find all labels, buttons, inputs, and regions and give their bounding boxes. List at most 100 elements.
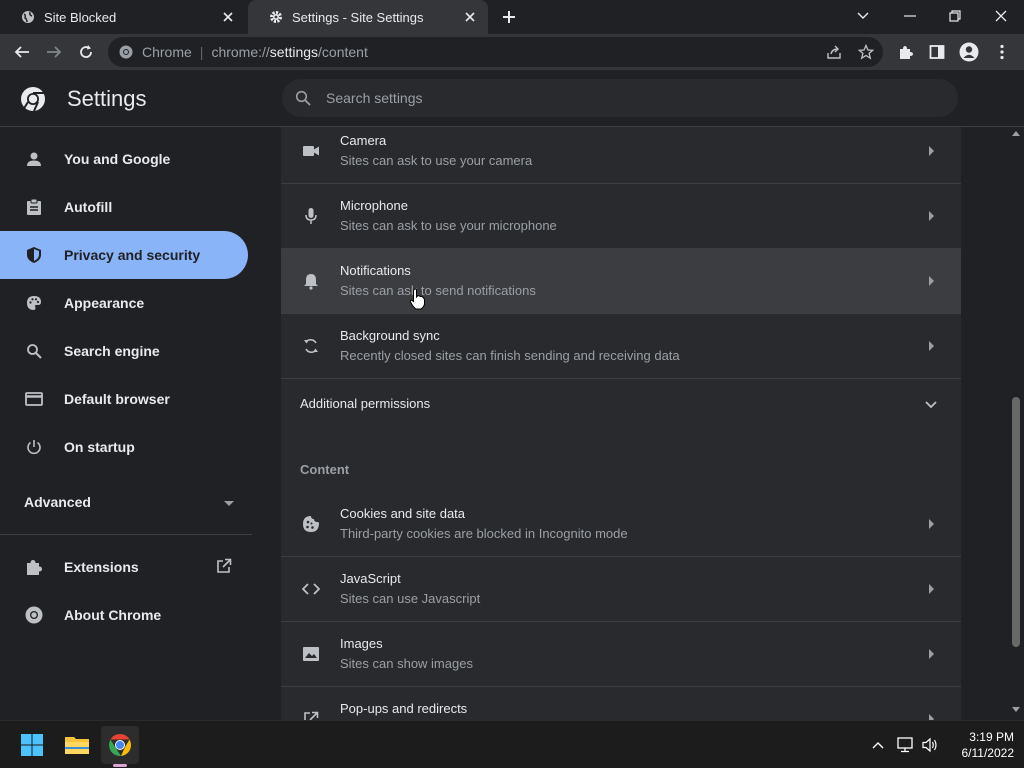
sidebar-item-label: Search engine	[64, 343, 160, 359]
item-title: Cookies and site data	[340, 506, 466, 521]
arrow-right-icon	[924, 143, 940, 159]
forward-button[interactable]	[40, 38, 68, 66]
browser-toolbar: Chrome | chrome:// settings /content	[0, 34, 1024, 70]
sidebar-item-about-chrome[interactable]: About Chrome	[0, 591, 248, 639]
sidebar-item-extensions[interactable]: Extensions	[0, 543, 248, 591]
sidebar-item-privacy-and-security[interactable]: Privacy and security	[0, 231, 248, 279]
list-item-javascript[interactable]: JavaScript Sites can use Javascript	[281, 557, 961, 622]
address-bar[interactable]: Chrome | chrome:// settings /content	[108, 37, 883, 67]
sidebar-item-default-browser[interactable]: Default browser	[0, 375, 248, 423]
list-item-images[interactable]: Images Sites can show images	[281, 622, 961, 687]
sidebar-item-label: Appearance	[64, 295, 145, 311]
chrome-logo-icon	[118, 44, 134, 60]
url-scheme: chrome://	[211, 44, 270, 60]
file-explorer-icon[interactable]	[58, 726, 96, 764]
arrow-right-icon	[924, 516, 940, 532]
extensions-puzzle-icon[interactable]	[892, 38, 920, 66]
share-icon[interactable]	[821, 41, 847, 63]
sidebar-item-label: Extensions	[64, 559, 139, 575]
windows-start-icon[interactable]	[13, 726, 51, 764]
list-item-camera[interactable]: Camera Sites can ask to use your camera	[281, 127, 961, 184]
palette-icon	[24, 293, 44, 313]
caret-down-icon	[224, 494, 234, 510]
sidebar-item-label: Privacy and security	[64, 247, 201, 263]
code-icon	[301, 579, 321, 599]
sidebar-advanced-toggle[interactable]: Advanced	[24, 487, 234, 517]
profile-avatar-icon[interactable]	[955, 38, 983, 66]
tab-search-chevron-icon[interactable]	[843, 2, 883, 30]
sync-icon	[301, 336, 321, 356]
scroll-thumb[interactable]	[1012, 397, 1020, 647]
close-window-button[interactable]	[981, 2, 1021, 30]
menu-kebab-icon[interactable]	[988, 38, 1016, 66]
reload-button[interactable]	[72, 38, 100, 66]
volume-icon[interactable]	[920, 735, 940, 755]
windows-taskbar: 3:19 PM 6/11/2022	[0, 720, 1024, 768]
sidebar-item-appearance[interactable]: Appearance	[0, 279, 248, 327]
microphone-icon	[301, 206, 321, 226]
bell-icon	[301, 271, 321, 291]
tab-title: Site Blocked	[44, 9, 117, 25]
external-link-icon	[216, 558, 232, 577]
sidebar-item-on-startup[interactable]: On startup	[0, 423, 248, 471]
item-subtitle: Third-party cookies are blocked in Incog…	[340, 526, 628, 541]
clipboard-icon	[24, 197, 44, 217]
omnibox-separator: |	[199, 44, 204, 60]
arrow-right-icon	[924, 338, 940, 354]
sidebar-item-search-engine[interactable]: Search engine	[0, 327, 248, 375]
list-item-popups[interactable]: Pop-ups and redirects	[281, 687, 961, 720]
restore-button[interactable]	[935, 2, 975, 30]
scroll-down-arrow[interactable]	[1012, 707, 1020, 712]
clock-date: 6/11/2022	[961, 746, 1015, 760]
browser-window-icon	[24, 389, 44, 409]
item-subtitle: Recently closed sites can finish sending…	[340, 348, 680, 363]
sidebar-item-label: You and Google	[64, 151, 171, 167]
item-subtitle: Sites can ask to use your microphone	[340, 218, 557, 233]
side-panel-icon[interactable]	[923, 38, 951, 66]
item-title: Pop-ups and redirects	[340, 701, 468, 716]
item-title: Notifications	[340, 263, 411, 278]
page-title: Settings	[67, 86, 147, 111]
scroll-up-arrow[interactable]	[1012, 131, 1020, 136]
bookmark-star-icon[interactable]	[853, 41, 879, 63]
tab-title: Settings - Site Settings	[292, 9, 424, 25]
tab-site-blocked[interactable]: Site Blocked	[0, 0, 246, 34]
sidebar-item-label: Default browser	[64, 391, 170, 407]
item-subtitle: Sites can ask to use your camera	[340, 153, 533, 168]
item-subtitle: Sites can ask to send notifications	[340, 283, 536, 298]
item-subtitle: Sites can show images	[340, 656, 473, 671]
chrome-chip: Chrome	[142, 44, 192, 60]
sidebar: You and Google Autofill Privacy and secu…	[0, 127, 252, 720]
network-icon[interactable]	[895, 735, 915, 755]
close-icon[interactable]	[460, 7, 480, 27]
system-clock[interactable]: 3:19 PM 6/11/2022	[944, 729, 1015, 761]
list-item-background-sync[interactable]: Background sync Recently closed sites ca…	[281, 314, 961, 379]
sidebar-divider	[0, 534, 252, 535]
settings-search[interactable]	[282, 79, 958, 117]
camera-icon	[301, 141, 321, 161]
chevron-up-icon[interactable]	[868, 735, 888, 755]
additional-permissions-toggle[interactable]: Additional permissions	[281, 380, 961, 428]
page-scrollbar[interactable]	[1008, 127, 1024, 720]
sidebar-item-autofill[interactable]: Autofill	[0, 183, 248, 231]
close-icon[interactable]	[218, 7, 238, 27]
arrow-right-icon	[924, 273, 940, 289]
tab-settings[interactable]: Settings - Site Settings	[248, 0, 488, 34]
item-title: Images	[340, 636, 383, 651]
arrow-right-icon	[924, 711, 940, 720]
arrow-right-icon	[924, 581, 940, 597]
back-button[interactable]	[8, 38, 36, 66]
new-tab-button[interactable]	[498, 6, 520, 28]
section-title-content: Content	[300, 462, 350, 477]
search-input[interactable]	[326, 90, 926, 106]
sidebar-item-label: On startup	[64, 439, 135, 455]
list-item-microphone[interactable]: Microphone Sites can ask to use your mic…	[281, 184, 961, 249]
minimize-button[interactable]	[890, 2, 930, 30]
sidebar-item-you-and-google[interactable]: You and Google	[0, 135, 248, 183]
arrow-right-icon	[924, 208, 940, 224]
chrome-taskbar-icon[interactable]	[101, 726, 139, 764]
list-item-cookies[interactable]: Cookies and site data Third-party cookie…	[281, 492, 961, 557]
advanced-label: Advanced	[24, 494, 91, 510]
clock-time: 3:19 PM	[969, 730, 1014, 744]
list-item-notifications[interactable]: Notifications Sites can ask to send noti…	[281, 249, 961, 314]
